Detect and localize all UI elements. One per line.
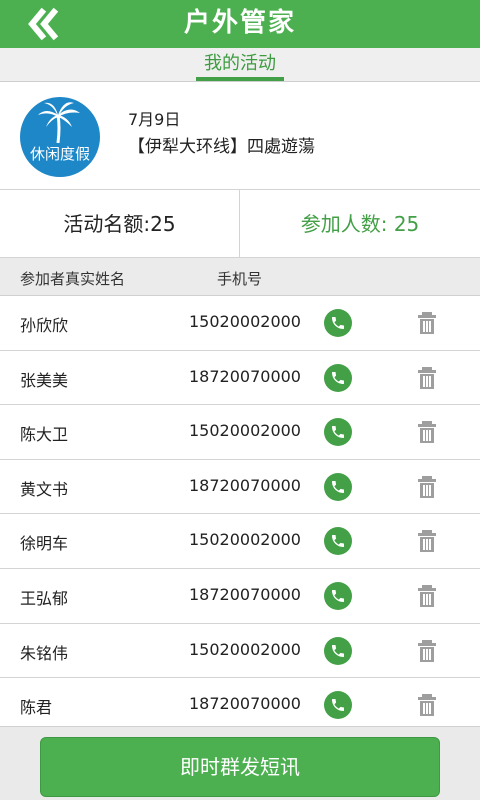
footer-bar: 即时群发短讯 (0, 726, 480, 800)
phone-icon (332, 426, 344, 439)
phone-icon (332, 535, 344, 548)
phone-icon (332, 480, 344, 493)
participant-name: 陈君 (20, 698, 53, 718)
call-button[interactable] (324, 418, 352, 447)
delete-button[interactable] (414, 583, 440, 609)
participant-phone: 15020002000 (189, 639, 301, 659)
call-button[interactable] (324, 363, 352, 392)
participant-name: 孙欣欣 (20, 316, 69, 335)
call-button[interactable] (324, 472, 352, 501)
phone-icon (332, 589, 344, 602)
delete-button[interactable] (414, 310, 440, 336)
table-row[interactable]: 徐明车 15020002000 (0, 514, 480, 569)
participant-name: 朱铭伟 (20, 643, 69, 663)
participant-list-header: 参加者真实姓名 手机号 (0, 258, 480, 296)
page-title: 户外管家 (183, 8, 296, 38)
trash-icon (418, 694, 436, 717)
trash-icon (418, 475, 436, 498)
table-row[interactable]: 陈君 18720070000 (0, 678, 480, 733)
delete-button[interactable] (414, 638, 440, 664)
palm-tree-icon (38, 102, 80, 144)
call-button[interactable] (324, 309, 352, 337)
participant-name: 陈大卫 (20, 425, 69, 445)
delete-button[interactable] (414, 692, 440, 718)
call-button[interactable] (324, 691, 352, 720)
event-stats: 活动名额:25 参加人数: 25 (0, 190, 480, 258)
logo-text: 休闲度假 (29, 145, 90, 163)
table-row[interactable]: 黄文书 18720070000 (0, 459, 480, 515)
event-logo: 休闲度假 (20, 97, 100, 177)
phone-icon (332, 317, 344, 329)
participant-phone: 15020002000 (189, 421, 301, 441)
call-button[interactable] (324, 527, 352, 556)
table-row[interactable]: 朱铭伟 15020002000 (0, 623, 480, 679)
participant-phone: 15020002000 (189, 530, 301, 550)
column-header-name: 参加者真实姓名 (20, 270, 126, 288)
participant-phone: 18720070000 (189, 366, 301, 386)
trash-icon (418, 584, 436, 607)
tab-bar: 我的活动 (0, 48, 480, 82)
app-header: 户外管家 (0, 0, 480, 48)
participant-phone: 18720070000 (189, 694, 301, 714)
call-button[interactable] (324, 581, 352, 610)
participant-phone: 18720070000 (189, 475, 301, 495)
participant-name: 王弘郁 (20, 588, 69, 608)
phone-icon (332, 699, 344, 712)
participant-name: 张美美 (20, 370, 69, 390)
delete-button[interactable] (414, 365, 440, 391)
delete-button[interactable] (414, 528, 440, 554)
event-name: 【伊犁大环线】四處遊蕩 (128, 137, 315, 157)
participant-phone: 15020002000 (189, 312, 301, 331)
trash-icon (418, 366, 436, 389)
participant-phone: 18720070000 (189, 584, 301, 604)
group-sms-button[interactable]: 即时群发短讯 (40, 737, 440, 797)
phone-icon (332, 644, 344, 657)
participant-name: 黄文书 (20, 479, 69, 499)
participant-name: 徐明车 (20, 534, 69, 554)
trash-icon (418, 421, 436, 444)
trash-icon (418, 639, 436, 662)
event-date: 7月9日 (128, 110, 181, 129)
column-header-phone: 手机号 (217, 270, 263, 288)
trash-icon (418, 530, 436, 553)
trash-icon (418, 312, 436, 334)
delete-button[interactable] (414, 419, 440, 445)
tab-active-indicator (196, 77, 284, 81)
delete-button[interactable] (414, 474, 440, 500)
joined-count-label: 参加人数: 25 (300, 212, 420, 236)
table-row[interactable]: 张美美 18720070000 (0, 350, 480, 406)
event-card[interactable]: 休闲度假 7月9日 【伊犁大环线】四處遊蕩 (0, 82, 480, 190)
quota-label: 活动名额:25 (0, 190, 240, 258)
phone-icon (332, 371, 344, 384)
table-row[interactable]: 陈大卫 15020002000 (0, 405, 480, 460)
call-button[interactable] (324, 636, 352, 665)
participant-list: 孙欣欣 15020002000 张美美 18720070000 陈大卫 150200020… (0, 296, 480, 733)
table-row[interactable]: 孙欣欣 15020002000 (0, 296, 480, 351)
table-row[interactable]: 王弘郁 18720070000 (0, 568, 480, 624)
